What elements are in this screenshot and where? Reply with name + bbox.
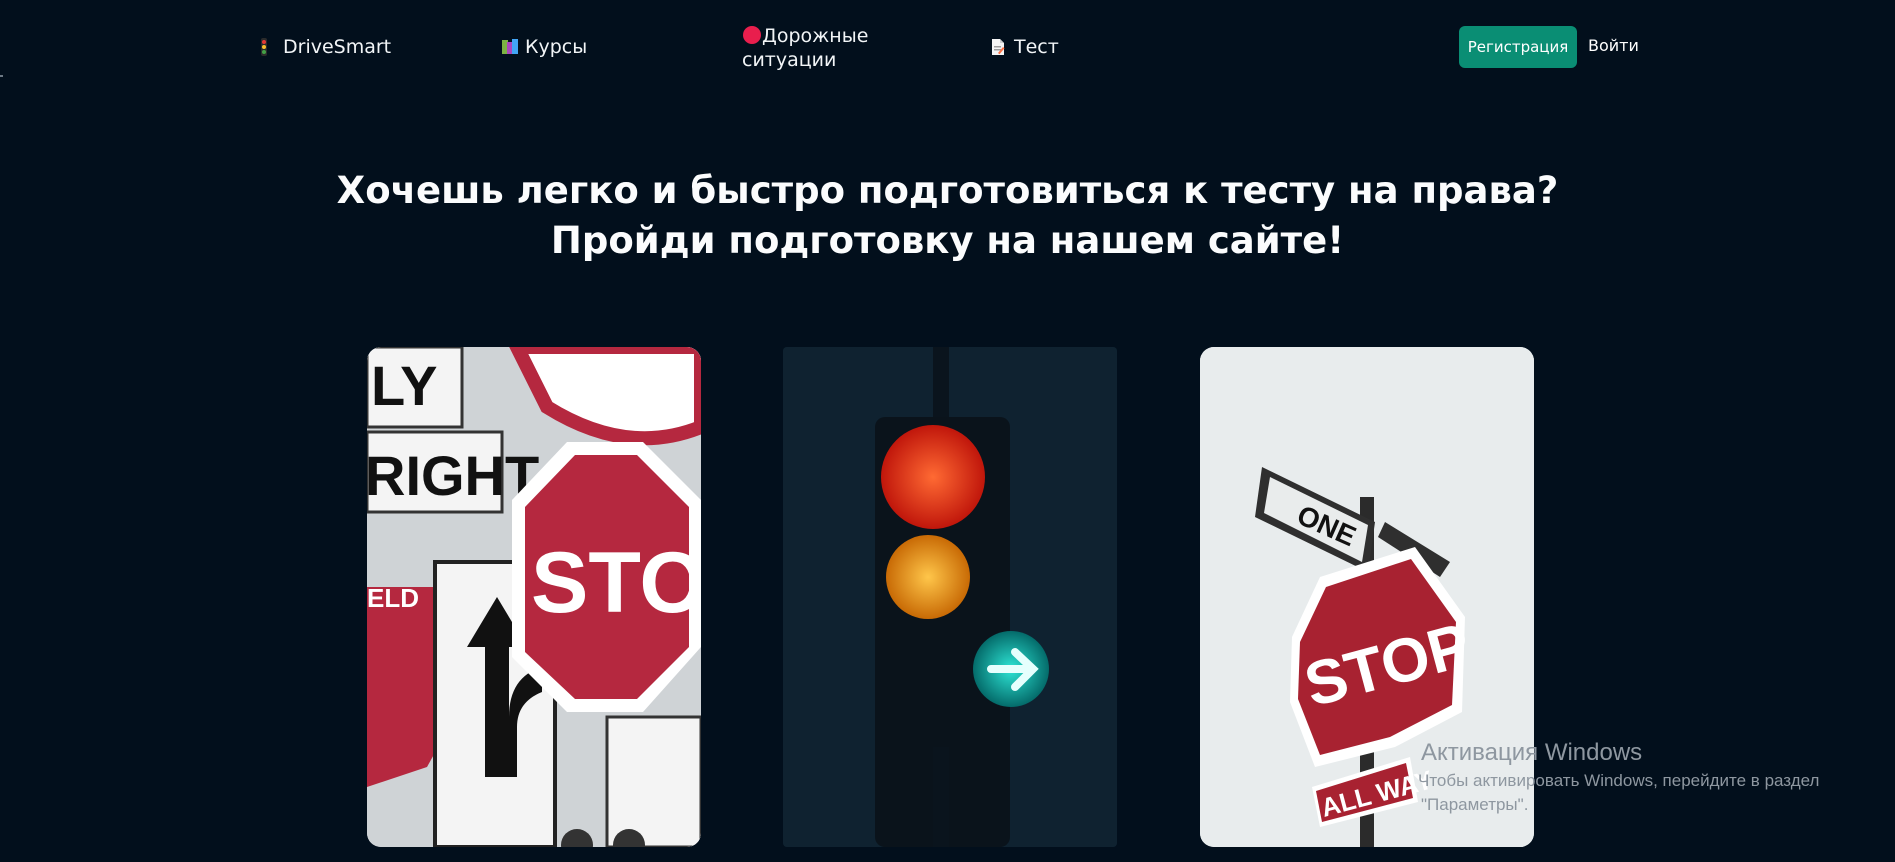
nav-brand-link[interactable]: DriveSmart	[259, 36, 391, 58]
traffic-light-image	[783, 347, 1117, 847]
hero-line-2: Пройди подготовку на нашем сайте!	[550, 219, 1345, 262]
hero-line-1: Хочешь легко и быстро подготовиться к те…	[336, 169, 1559, 212]
nav-courses-link[interactable]: Курсы	[501, 36, 587, 58]
login-button[interactable]: Войти	[1588, 36, 1639, 55]
nav-courses-label: Курсы	[525, 36, 588, 58]
traffic-light-image-card[interactable]	[783, 347, 1117, 847]
sign-text-stop: STOP	[531, 535, 701, 631]
books-icon	[501, 38, 518, 56]
nav-test-link[interactable]: Тест	[990, 36, 1059, 58]
windows-activation-title: Активация Windows	[1421, 739, 1643, 766]
road-signs-image-card[interactable]: LY RIGHT ELD STOP	[367, 347, 701, 847]
sign-text-eld: ELD	[367, 583, 419, 613]
edge-divider	[0, 75, 3, 77]
road-signs-image: LY RIGHT ELD STOP	[367, 347, 701, 847]
traffic-light-icon	[259, 38, 275, 56]
sign-text-right: RIGHT	[367, 444, 539, 507]
nav-brand-label: DriveSmart	[283, 36, 392, 58]
sign-text-ly: LY	[371, 354, 437, 417]
register-button[interactable]: Регистрация	[1459, 26, 1577, 68]
windows-activation-watermark: Активация Windows Чтобы активировать Win…	[1418, 737, 1820, 817]
red-circle-icon	[742, 25, 761, 44]
windows-activation-line-1: Чтобы активировать Windows, перейдите в …	[1418, 771, 1820, 790]
windows-activation-line-2: "Параметры".	[1421, 795, 1529, 814]
nav-situations-link[interactable]: Дорожные ситуации	[742, 24, 892, 72]
nav-test-label: Тест	[1014, 36, 1059, 58]
document-icon	[990, 38, 1006, 56]
hero-heading: Хочешь легко и быстро подготовиться к те…	[0, 166, 1895, 266]
